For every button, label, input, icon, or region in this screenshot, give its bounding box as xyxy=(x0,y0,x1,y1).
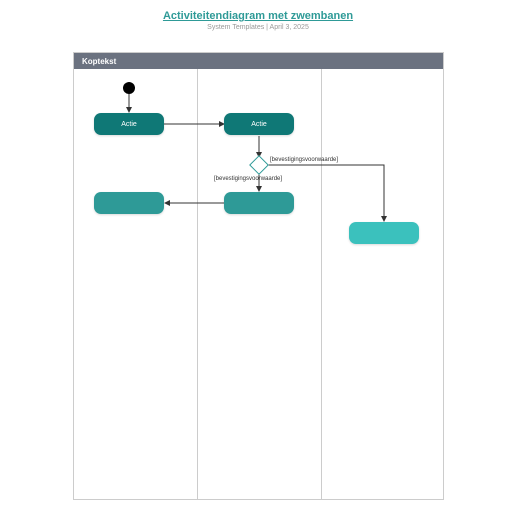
decision-node[interactable] xyxy=(249,155,269,175)
activity-action-1[interactable]: Actie xyxy=(94,113,164,135)
guard-label-right: [bevestigingsvoorwaarde] xyxy=(270,157,338,163)
activity-label: Actie xyxy=(121,121,137,128)
activity-action-2[interactable]: Actie xyxy=(224,113,294,135)
lane-divider-1 xyxy=(197,69,198,499)
activity-action-3[interactable] xyxy=(94,192,164,214)
diagram-title: Activiteitendiagram met zwembanen xyxy=(0,10,516,22)
activity-action-4[interactable] xyxy=(224,192,294,214)
activity-label: Actie xyxy=(251,121,267,128)
activity-action-5[interactable] xyxy=(349,222,419,244)
title-block: Activiteitendiagram met zwembanen System… xyxy=(0,0,516,31)
guard-label-down: [bevestigingsvoorwaarde] xyxy=(214,176,282,182)
swimlane-canvas: Koptekst Actie Actie [bevestigingsvoorw xyxy=(73,52,444,500)
start-node[interactable] xyxy=(123,82,135,94)
swimlane-header-label: Koptekst xyxy=(82,57,116,66)
diagram-subtitle: System Templates | April 3, 2025 xyxy=(0,24,516,31)
lane-divider-2 xyxy=(321,69,322,499)
swimlane-header: Koptekst xyxy=(74,53,443,69)
